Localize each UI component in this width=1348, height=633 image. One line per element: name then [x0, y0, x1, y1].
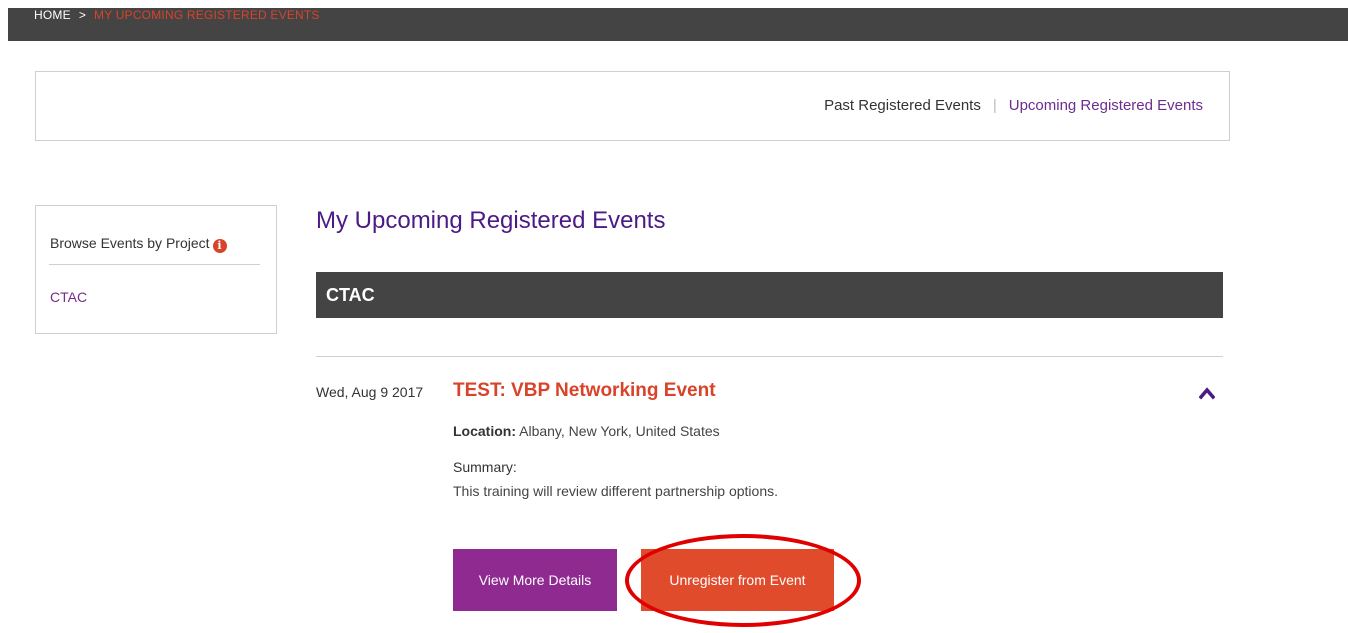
- event-divider: [316, 356, 1223, 357]
- event-location: Location: Albany, New York, United State…: [453, 422, 720, 440]
- project-header-bar: CTAC: [316, 272, 1223, 318]
- chevron-up-icon[interactable]: [1199, 386, 1215, 400]
- unregister-from-event-button[interactable]: Unregister from Event: [641, 549, 834, 611]
- page-title: My Upcoming Registered Events: [316, 207, 666, 234]
- project-label: CTAC: [326, 285, 375, 305]
- summary-text: This training will review different part…: [453, 483, 779, 499]
- sidebar-project-ctac[interactable]: CTAC: [50, 288, 87, 306]
- tab-divider: |: [992, 97, 997, 114]
- event-tabs-panel: Past Registered Events | Upcoming Register…: [35, 71, 1230, 141]
- summary-label: Summary:: [453, 459, 517, 475]
- tab-past-registered-events[interactable]: Past Registered Events: [824, 97, 981, 114]
- breadcrumb: HOME > MY UPCOMING REGISTERED EVENTS: [34, 8, 320, 22]
- location-label: Location:: [453, 423, 516, 439]
- breadcrumb-separator: >: [78, 8, 87, 22]
- browse-by-project-sidebar: Browse Events by Project i CTAC: [35, 205, 277, 334]
- top-header-bar: HOME > MY UPCOMING REGISTERED EVENTS: [8, 8, 1348, 41]
- tab-upcoming-registered-events[interactable]: Upcoming Registered Events: [1009, 97, 1203, 114]
- sidebar-title-label: Browse Events by Project: [50, 235, 210, 251]
- location-value: Albany, New York, United States: [519, 423, 720, 439]
- sidebar-title: Browse Events by Project i: [50, 234, 227, 253]
- info-icon[interactable]: i: [212, 239, 227, 253]
- event-date: Wed, Aug 9 2017: [316, 384, 424, 400]
- breadcrumb-home-link[interactable]: HOME: [34, 8, 71, 22]
- sidebar-divider: [49, 264, 260, 265]
- event-title-link[interactable]: TEST: VBP Networking Event: [453, 379, 716, 403]
- view-more-details-button[interactable]: View More Details: [453, 549, 617, 611]
- breadcrumb-current: MY UPCOMING REGISTERED EVENTS: [94, 8, 320, 22]
- event-tabs: Past Registered Events | Upcoming Register…: [824, 97, 1203, 115]
